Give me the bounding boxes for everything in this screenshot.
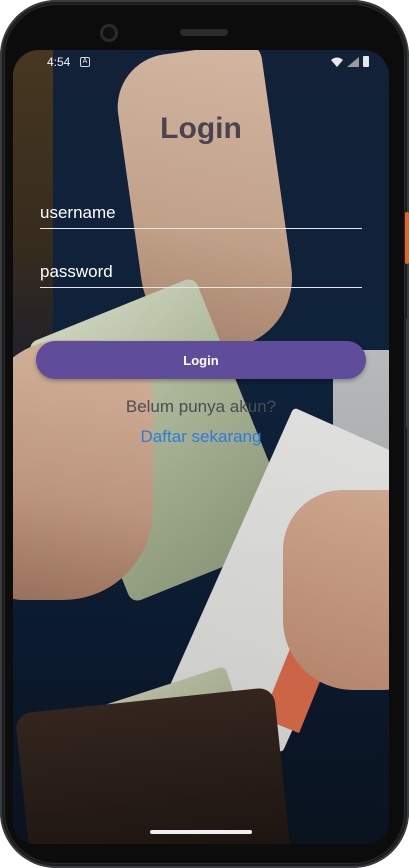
app-screen: 4:54 A Login Login Belum punya akun? Daf… <box>13 50 389 844</box>
login-button[interactable]: Login <box>36 341 366 379</box>
earpiece-speaker <box>180 29 228 36</box>
front-camera <box>100 24 118 42</box>
notification-badge: A <box>80 57 90 67</box>
power-button[interactable] <box>405 212 409 264</box>
status-icons <box>331 56 369 67</box>
register-link[interactable]: Daftar sekarang <box>13 427 389 447</box>
battery-icon <box>363 56 369 67</box>
register-prompt: Belum punya akun? <box>125 397 277 416</box>
status-bar: 4:54 A <box>13 50 389 74</box>
password-field[interactable] <box>40 260 362 288</box>
status-time: 4:54 <box>47 55 71 69</box>
home-indicator[interactable] <box>150 830 252 834</box>
signal-icon <box>347 56 359 67</box>
phone-frame: 4:54 A Login Login Belum punya akun? Daf… <box>0 0 409 868</box>
username-field[interactable] <box>40 201 362 229</box>
wifi-icon <box>331 57 343 67</box>
background-shade <box>13 50 389 844</box>
page-title: Login <box>160 112 242 145</box>
